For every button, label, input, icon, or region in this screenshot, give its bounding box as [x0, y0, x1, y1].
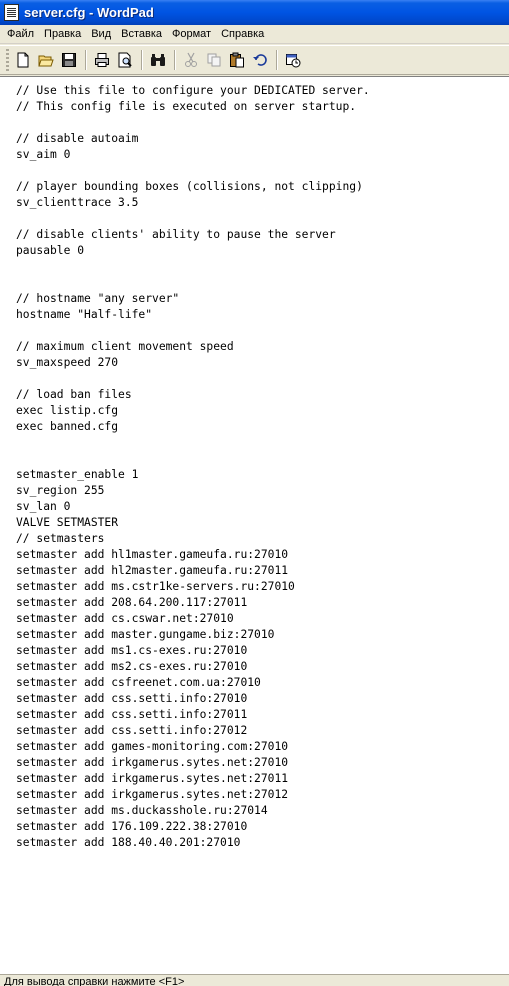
binoculars-icon	[151, 54, 165, 66]
save-button[interactable]	[58, 49, 80, 71]
menu-format[interactable]: Формат	[167, 26, 216, 43]
print-preview-button[interactable]	[114, 49, 136, 71]
document-line: setmaster add cs.cswar.net:27010	[16, 612, 234, 625]
print-preview-icon	[118, 52, 132, 68]
document-content: // Use this file to configure your DEDIC…	[16, 83, 370, 851]
document-line: setmaster add irkgamerus.sytes.net:27010	[16, 756, 289, 769]
date-time-icon	[286, 54, 301, 68]
document-line: setmaster add css.setti.info:27011	[16, 708, 248, 721]
title-bar[interactable]: server.cfg - WordPad	[0, 0, 509, 25]
undo-button[interactable]	[249, 49, 271, 71]
menu-edit[interactable]: Правка	[39, 26, 86, 43]
document-line: // disable clients' ability to pause the…	[16, 228, 336, 241]
document-line: // maximum client movement speed	[16, 340, 234, 353]
copy-icon	[207, 53, 221, 67]
open-button[interactable]	[35, 49, 57, 71]
document-line: setmaster add master.gungame.biz:27010	[16, 628, 275, 641]
new-document-button[interactable]	[12, 49, 34, 71]
toolbar-separator	[85, 50, 87, 70]
paste-clipboard-icon	[230, 52, 244, 68]
document-line: sv_clienttrace 3.5	[16, 196, 139, 209]
status-text: Для вывода справки нажмите <F1>	[4, 976, 185, 986]
document-line: // setmasters	[16, 532, 105, 545]
document-line: sv_region 255	[16, 484, 105, 497]
document-text-area[interactable]: // Use this file to configure your DEDIC…	[0, 76, 509, 974]
document-line: sv_aim 0	[16, 148, 71, 161]
document-line: // hostname "any server"	[16, 292, 180, 305]
document-line: // Use this file to configure your DEDIC…	[16, 84, 370, 97]
menu-insert[interactable]: Вставка	[116, 26, 167, 43]
toolbar	[0, 45, 509, 75]
document-line: setmaster add ms.duckasshole.ru:27014	[16, 804, 268, 817]
scissors-icon	[185, 52, 197, 67]
copy-button[interactable]	[203, 49, 225, 71]
document-line: // disable autoaim	[16, 132, 139, 145]
document-line: hostname "Half-life"	[16, 308, 153, 321]
document-line: exec banned.cfg	[16, 420, 119, 433]
document-line: setmaster add irkgamerus.sytes.net:27011	[16, 772, 289, 785]
document-line: setmaster add csfreenet.com.ua:27010	[16, 676, 261, 689]
document-line: setmaster add ms1.cs-exes.ru:27010	[16, 644, 248, 657]
wordpad-document-icon[interactable]	[4, 4, 19, 21]
document-line: setmaster add games-monitoring.com:27010	[16, 740, 289, 753]
document-line: setmaster add 176.109.222.38:27010	[16, 820, 248, 833]
window-title: server.cfg - WordPad	[24, 5, 154, 20]
document-line: pausable 0	[16, 244, 85, 257]
document-line: // player bounding boxes (collisions, no…	[16, 180, 363, 193]
document-line: setmaster add ms2.cs-exes.ru:27010	[16, 660, 248, 673]
menu-view[interactable]: Вид	[86, 26, 116, 43]
insert-date-time-button[interactable]	[282, 49, 304, 71]
menu-bar: Файл Правка Вид Вставка Формат Справка	[0, 25, 509, 44]
menu-file[interactable]: Файл	[2, 26, 39, 43]
toolbar-grip[interactable]	[6, 49, 9, 71]
document-line: setmaster add ms.cstr1ke-servers.ru:2701…	[16, 580, 295, 593]
document-line: setmaster add hl2master.gameufa.ru:27011	[16, 564, 289, 577]
paste-button[interactable]	[226, 49, 248, 71]
document-line: // This config file is executed on serve…	[16, 100, 357, 113]
document-line: setmaster add 208.64.200.117:27011	[16, 596, 248, 609]
toolbar-separator	[141, 50, 143, 70]
printer-icon	[95, 53, 109, 67]
toolbar-separator	[174, 50, 176, 70]
toolbar-separator	[276, 50, 278, 70]
document-line: // load ban files	[16, 388, 132, 401]
undo-arrow-icon	[253, 54, 267, 66]
cut-button[interactable]	[180, 49, 202, 71]
new-document-icon	[17, 52, 29, 68]
save-disk-icon	[62, 53, 76, 67]
document-line: VALVE SETMASTER	[16, 516, 119, 529]
document-line: setmaster add 188.40.40.201:27010	[16, 836, 241, 849]
document-line: sv_lan 0	[16, 500, 71, 513]
find-button[interactable]	[147, 49, 169, 71]
document-line: setmaster add css.setti.info:27012	[16, 724, 248, 737]
document-line: setmaster_enable 1	[16, 468, 139, 481]
menu-help[interactable]: Справка	[216, 26, 269, 43]
document-line: setmaster add hl1master.gameufa.ru:27010	[16, 548, 289, 561]
document-line: setmaster add css.setti.info:27010	[16, 692, 248, 705]
document-line: sv_maxspeed 270	[16, 356, 119, 369]
status-bar: Для вывода справки нажмите <F1>	[0, 974, 509, 986]
open-folder-icon	[38, 55, 54, 67]
document-line: exec listip.cfg	[16, 404, 119, 417]
print-button[interactable]	[91, 49, 113, 71]
document-line: setmaster add irkgamerus.sytes.net:27012	[16, 788, 289, 801]
